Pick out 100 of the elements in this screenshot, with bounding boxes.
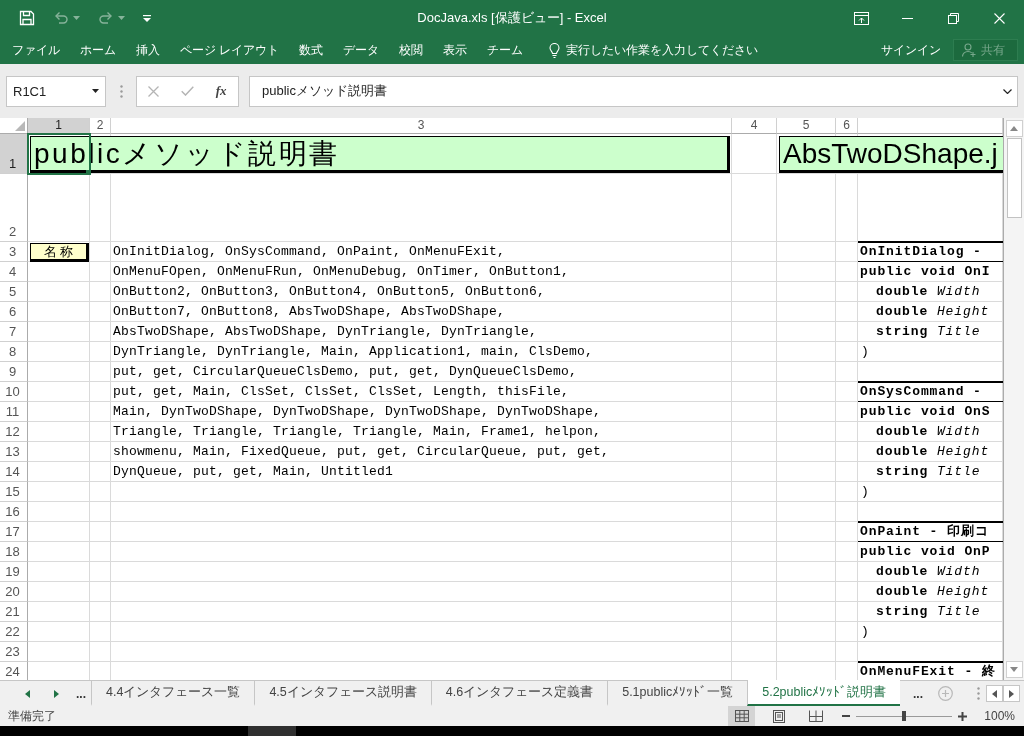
bracket-cell-text: ) (860, 343, 871, 361)
cross-icon (148, 85, 160, 97)
row-header[interactable]: 10 (0, 382, 28, 402)
insert-function-button[interactable]: fx (206, 77, 237, 105)
redo-icon (98, 11, 114, 25)
ribbon-tab[interactable]: 挿入 (126, 36, 170, 64)
parameter-cell-text: string Title (875, 463, 982, 481)
scroll-down-button[interactable] (1005, 661, 1023, 678)
method-heading-cell: OnPaint - 印刷コ (858, 521, 1003, 542)
sheet-cell-text: OnInitDialog, OnSysCommand, OnPaint, OnMenuFExit, (112, 243, 507, 261)
row-header[interactable]: 12 (0, 422, 28, 442)
row-header[interactable]: 14 (0, 462, 28, 482)
row-header[interactable]: 5 (0, 282, 28, 302)
more-sheets-button[interactable]: ... (908, 686, 928, 701)
scroll-up-button[interactable] (1005, 120, 1023, 137)
ribbon-tab[interactable]: ページ レイアウト (170, 36, 290, 64)
signature-cell-text: public void OnP (859, 543, 992, 561)
row-header[interactable]: 22 (0, 622, 28, 642)
caret-right-icon (1009, 689, 1014, 698)
caret-down-icon (118, 16, 125, 20)
sheet-cell-text: OnMenuFOpen, OnMenuFRun, OnMenuDebug, OnTimer, OnButton1, (112, 263, 571, 281)
sheet-cell-text: Main, DynTwoDShape, DynTwoDShape, DynTwoDShape, DynTwoDShape, (112, 403, 603, 421)
caret-down-icon (1010, 667, 1018, 672)
row-header[interactable]: 15 (0, 482, 28, 502)
ribbon-tab[interactable]: チーム (477, 36, 534, 64)
row-header[interactable]: 3 (0, 242, 28, 262)
name-box[interactable]: R1C1 (6, 75, 106, 107)
parameter-cell-text: string Title (875, 603, 982, 621)
ribbon-tab[interactable]: 校閲 (389, 36, 434, 64)
row-header[interactable]: 11 (0, 402, 28, 422)
row-header[interactable]: 4 (0, 262, 28, 282)
sheet-cell-text: AbsTwoDShape, AbsTwoDShape, DynTriangle, DynTriangle, (112, 323, 539, 341)
parameter-cell-text: string Title (875, 323, 982, 341)
column-header[interactable]: 3 (111, 118, 732, 134)
status-text: 準備完了 (8, 707, 56, 725)
sheet-cell-text: DynQueue, put, get, Main, Untitled1 (112, 463, 395, 481)
plus-icon (958, 711, 968, 721)
column-header[interactable]: 6 (836, 118, 858, 134)
sheet-cell-text: showmenu, Main, FixedQueue, put, get, CircularQueue, put, get, (112, 443, 611, 461)
plus-circle-icon (938, 686, 953, 701)
row-header[interactable]: 6 (0, 302, 28, 322)
caret-down-icon (92, 89, 99, 93)
more-sheets-button[interactable]: ... (71, 681, 91, 706)
vertical-dots-icon (977, 687, 980, 700)
row-header[interactable]: 7 (0, 322, 28, 342)
parameter-cell-text: double Width (875, 423, 982, 441)
ribbon-tab[interactable]: 数式 (289, 36, 334, 64)
customize-caret-icon (143, 14, 151, 22)
parameter-cell-text: double Height (875, 443, 991, 461)
column-header[interactable]: 2 (90, 118, 111, 134)
caret-left-icon (24, 689, 30, 698)
sheet-cell-text: OnButton7, OnButton8, AbsTwoDShape, AbsTwoDShape, (112, 303, 507, 321)
undo-icon (53, 11, 69, 25)
window-title: DocJava.xls [保護ビュー] - Excel (417, 9, 607, 27)
row-header[interactable]: 19 (0, 562, 28, 582)
row-header[interactable]: 17 (0, 522, 28, 542)
row-header[interactable]: 1 (0, 134, 28, 174)
save-icon (19, 10, 35, 26)
grid-view-icon (734, 710, 749, 722)
method-heading-cell: OnInitDialog - (858, 241, 1003, 262)
parameter-cell-text: double Height (875, 583, 991, 601)
slider-thumb[interactable] (902, 711, 907, 721)
sign-in-link[interactable]: サインイン (873, 38, 949, 62)
column-header[interactable]: 5 (777, 118, 836, 134)
label-cell: 名 称 (30, 243, 89, 262)
signature-cell-text: public void OnS (859, 403, 992, 421)
caret-up-icon (1010, 126, 1018, 131)
column-header[interactable]: 4 (732, 118, 777, 134)
lightbulb-icon (549, 42, 561, 58)
caret-right-icon (53, 689, 59, 698)
scroll-right-button[interactable] (1003, 685, 1020, 702)
row-header[interactable]: 20 (0, 582, 28, 602)
page-layout-icon (772, 709, 785, 723)
row-header[interactable]: 2 (0, 174, 28, 242)
ribbon-tab[interactable]: データ (333, 36, 390, 64)
sheet-cell-text: Triangle, Triangle, Triangle, Triangle, Main, Frame1, helpon, (112, 423, 603, 441)
tell-me-search[interactable]: 実行したい作業を入力してください (545, 38, 763, 62)
normal-view-button[interactable] (728, 706, 756, 726)
row-header[interactable]: 18 (0, 542, 28, 562)
scroll-left-button[interactable] (986, 685, 1003, 702)
ribbon-tab[interactable]: ホーム (70, 36, 126, 64)
column-header[interactable]: 1 (28, 118, 90, 134)
formula-field[interactable]: publicメソッド説明書 (249, 75, 1018, 107)
vertical-dots-icon (120, 84, 123, 98)
row-header[interactable]: 23 (0, 642, 28, 662)
row-header[interactable]: 16 (0, 502, 28, 522)
row-header[interactable]: 8 (0, 342, 28, 362)
ribbon-tab[interactable]: ファイル (2, 36, 70, 64)
row-header[interactable]: 9 (0, 362, 28, 382)
ribbon-tab[interactable]: 表示 (433, 36, 478, 64)
sheet-tab[interactable]: 5.2publicﾒｿｯﾄﾞ説明書 (747, 680, 901, 706)
caret-down-icon (73, 16, 80, 20)
title-cell: AbsTwoDShape.j (779, 136, 1003, 173)
sheet-cell-text: put, get, Main, ClsSet, ClsSet, ClsSet, Length, thisFile, (112, 383, 571, 401)
row-header[interactable]: 21 (0, 602, 28, 622)
scrollbar-thumb[interactable] (1006, 138, 1022, 218)
row-header[interactable]: 13 (0, 442, 28, 462)
person-icon (962, 43, 976, 57)
parameter-cell-text: double Height (875, 303, 991, 321)
sheet-cell-text: put, get, CircularQueueClsDemo, put, get, DynQueueClsDemo, (112, 363, 579, 381)
